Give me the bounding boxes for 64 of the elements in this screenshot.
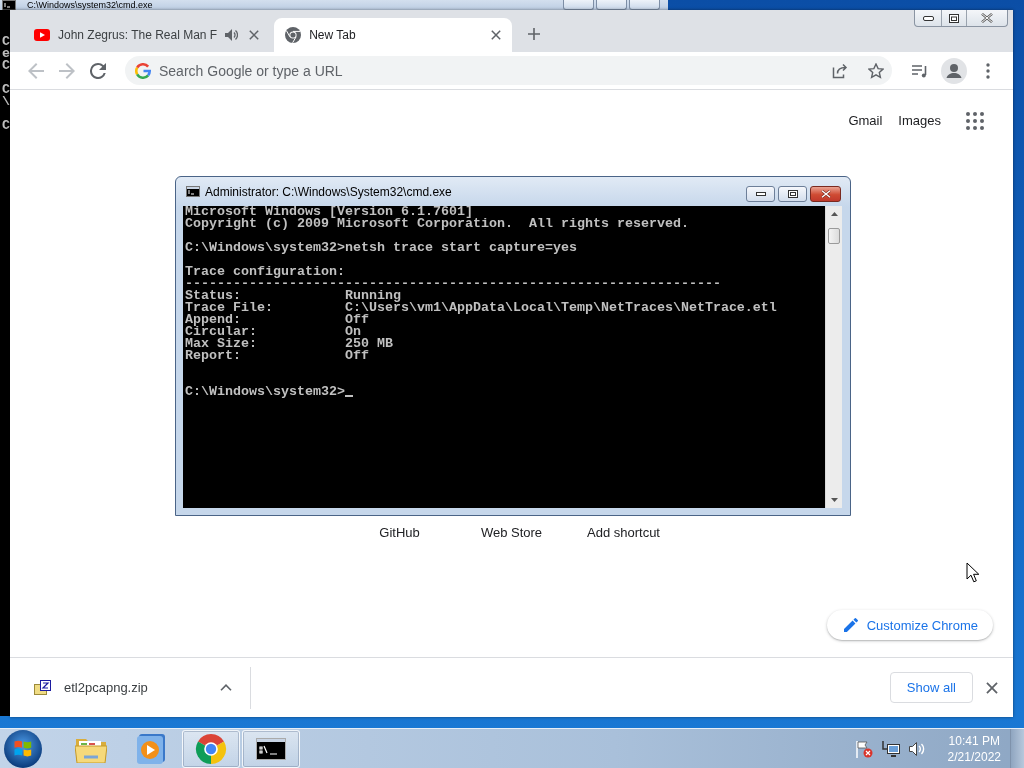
windows-flag-icon bbox=[4, 729, 42, 768]
media-player-icon bbox=[137, 733, 165, 764]
maximize-icon bbox=[949, 13, 959, 23]
g-logo-icon bbox=[135, 62, 151, 79]
close-icon bbox=[491, 30, 502, 40]
close-icon bbox=[986, 681, 998, 694]
close-button[interactable] bbox=[810, 186, 841, 202]
scroll-up-arrow-icon[interactable] bbox=[830, 212, 838, 216]
close-icon bbox=[981, 13, 993, 23]
video-play-icon bbox=[34, 29, 50, 41]
console-output: C e C C \ C bbox=[2, 36, 10, 132]
terminal-icon bbox=[256, 737, 286, 760]
reload-icon bbox=[90, 62, 106, 79]
header-link[interactable]: Gmail bbox=[848, 113, 883, 129]
download-item[interactable]: etl2pcapng.zip bbox=[10, 667, 148, 708]
scrollbar[interactable] bbox=[825, 206, 842, 508]
close-icon bbox=[249, 30, 260, 40]
show-all-button[interactable]: Show all bbox=[889, 672, 973, 703]
shortcut-link[interactable]: Web Store bbox=[480, 525, 543, 541]
taskbar-button[interactable] bbox=[242, 729, 300, 768]
browser-tab[interactable]: John Zegrus: The Real Man F bbox=[25, 18, 271, 52]
minimize-button[interactable] bbox=[746, 186, 775, 202]
address-bar[interactable]: Search Google or type a URL bbox=[125, 56, 892, 85]
apps-button[interactable] bbox=[963, 109, 987, 133]
window-title: Administrator: C:\Windows\System32\cmd.exe bbox=[205, 184, 452, 199]
speaker-icon[interactable] bbox=[908, 740, 925, 757]
kebab-menu-icon bbox=[986, 62, 990, 79]
maximize-icon bbox=[787, 190, 798, 198]
header-link[interactable]: Images bbox=[898, 113, 941, 129]
close-button[interactable] bbox=[629, 0, 660, 10]
window-title: C:\Windows\system32\cmd.exe bbox=[27, 0, 153, 10]
shortcut-link[interactable]: GitHub bbox=[379, 525, 420, 541]
pencil-icon bbox=[843, 618, 858, 632]
close-icon bbox=[820, 190, 831, 198]
start-button[interactable] bbox=[3, 729, 43, 768]
text-caret-icon bbox=[344, 395, 353, 397]
network-icon[interactable] bbox=[881, 739, 900, 758]
scroll-down-arrow-icon[interactable] bbox=[830, 498, 838, 502]
back-arrow-icon bbox=[28, 62, 44, 79]
maximize-button[interactable] bbox=[778, 186, 807, 202]
chevron-up-icon bbox=[220, 684, 232, 691]
apps-grid-icon bbox=[966, 112, 984, 130]
mouse-pointer-icon bbox=[966, 562, 980, 583]
playlist-icon bbox=[912, 63, 928, 78]
customize-button[interactable]: Customize Chrome bbox=[826, 610, 993, 640]
browser-logo-icon bbox=[195, 732, 227, 765]
zip-file-icon bbox=[34, 680, 51, 695]
console-prompt: C:\Windows\system32> bbox=[185, 386, 345, 398]
shortcut-link[interactable]: Add shortcut bbox=[587, 525, 660, 541]
flag-alert-icon[interactable] bbox=[854, 739, 873, 758]
avatar-icon bbox=[941, 57, 967, 84]
browser-logo-icon bbox=[285, 27, 302, 43]
address-field[interactable]: Search Google or type a URL bbox=[159, 60, 818, 81]
console-app-icon bbox=[186, 186, 200, 197]
scrollbar-thumb[interactable] bbox=[828, 228, 840, 244]
minimize-icon bbox=[755, 192, 766, 196]
forward-arrow-icon bbox=[59, 62, 75, 79]
browser-tab[interactable]: New Tab bbox=[274, 18, 513, 52]
star-icon bbox=[868, 62, 884, 79]
plus-icon bbox=[528, 28, 541, 40]
profile-button[interactable] bbox=[940, 56, 968, 85]
minimize-icon bbox=[922, 15, 934, 21]
share-icon bbox=[832, 62, 848, 79]
speaker-icon[interactable] bbox=[225, 29, 239, 41]
